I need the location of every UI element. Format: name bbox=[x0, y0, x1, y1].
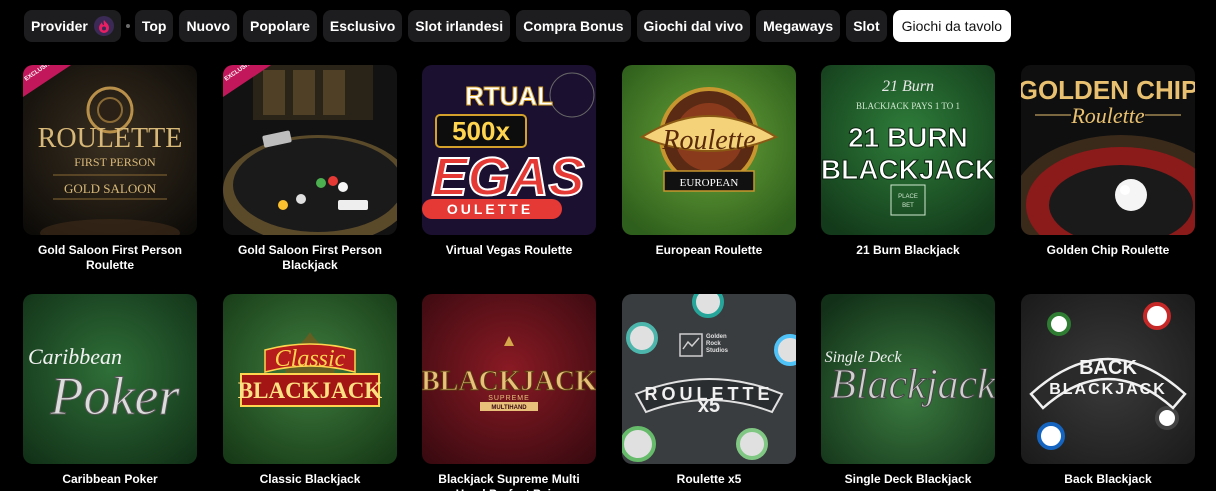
tab-popolare[interactable]: Popolare bbox=[243, 10, 317, 42]
game-card[interactable]: EXCLUSIVE ROULETTE FIRST PERSON GOLD SAL… bbox=[23, 65, 197, 273]
game-title: Blackjack Supreme Multi Hand Perfect Pai… bbox=[438, 472, 580, 491]
art-title: EGAS bbox=[431, 147, 584, 207]
art-subtitle: GOLD SALOON bbox=[64, 181, 157, 196]
game-title: Single Deck Blackjack bbox=[844, 472, 972, 486]
tab-slot-irlandesi[interactable]: Slot irlandesi bbox=[408, 10, 511, 42]
game-thumbnail: Caribbean Poker bbox=[23, 294, 197, 464]
game-card[interactable]: EXCLUSIVE Gold Saloon First Person Black… bbox=[223, 65, 397, 273]
game-thumbnail: Single Deck Blackjack bbox=[821, 294, 995, 464]
game-thumbnail: Roulette EUROPEAN bbox=[622, 65, 796, 235]
art-subtitle: BET bbox=[902, 203, 914, 209]
game-thumbnail: BACK BLACKJACK bbox=[1021, 294, 1195, 464]
game-card[interactable]: BLACKJACK SUPREME MULTIHAND Blackjack Su… bbox=[422, 294, 596, 491]
game-title: 21 Burn Blackjack bbox=[856, 243, 960, 257]
art-subtitle: Rock bbox=[706, 341, 721, 347]
art-subtitle: MULTIHAND bbox=[491, 405, 527, 411]
art-title: 21 BURN bbox=[848, 122, 968, 153]
game-thumbnail: GOLDEN CHIP Roulette bbox=[1021, 65, 1195, 235]
game-card[interactable]: Roulette EUROPEAN European Roulette bbox=[622, 65, 796, 258]
game-title: Gold Saloon First Person Roulette bbox=[37, 243, 183, 272]
art-title: RTUAL bbox=[465, 81, 553, 111]
tab-esclusivo[interactable]: Esclusivo bbox=[322, 10, 403, 42]
game-thumbnail: Classic BLACKJACK bbox=[223, 294, 397, 464]
tab-slot[interactable]: Slot bbox=[846, 10, 887, 42]
game-thumbnail: Golden Rock Studios ROULETTE x5 bbox=[622, 294, 796, 464]
game-title: Back Blackjack bbox=[1064, 472, 1152, 486]
art-title: Blackjack bbox=[830, 362, 995, 408]
game-title: Caribbean Poker bbox=[62, 472, 158, 486]
game-card[interactable]: Classic BLACKJACK Classic Blackjack bbox=[223, 294, 397, 487]
tab-megaways[interactable]: Megaways bbox=[756, 10, 841, 42]
game-card[interactable]: RTUAL 500x EGAS OULETTE Virtual Vegas Ro… bbox=[422, 65, 596, 258]
game-title: Roulette x5 bbox=[676, 472, 742, 486]
tab-top[interactable]: Top bbox=[134, 10, 174, 42]
art-subtitle: BLACKJACK PAYS 1 TO 1 bbox=[856, 101, 960, 111]
art-title: BLACKJACK bbox=[238, 378, 383, 403]
category-filter-bar: Provider Top Nuovo Popolare Esclusivo Sl… bbox=[24, 10, 1012, 42]
art-subtitle: Roulette bbox=[1070, 103, 1145, 128]
game-thumbnail: EXCLUSIVE ROULETTE FIRST PERSON GOLD SAL… bbox=[23, 65, 197, 235]
game-title: Classic Blackjack bbox=[259, 472, 361, 486]
art-title: BACK bbox=[1079, 357, 1137, 379]
tab-giochi-da-tavolo[interactable]: Giochi da tavolo bbox=[892, 10, 1012, 42]
game-title: Golden Chip Roulette bbox=[1046, 243, 1170, 257]
art-subtitle: Studios bbox=[706, 348, 729, 354]
art-title: 21 Burn bbox=[882, 78, 934, 95]
art-title: BLACKJACK bbox=[1049, 381, 1167, 398]
art-subtitle: 500x bbox=[452, 116, 510, 146]
game-card[interactable]: BACK BLACKJACK Back Blackjack bbox=[1021, 294, 1195, 487]
art-subtitle: Golden bbox=[706, 334, 727, 340]
tab-nuovo[interactable]: Nuovo bbox=[179, 10, 237, 42]
tab-compra-bonus[interactable]: Compra Bonus bbox=[516, 10, 631, 42]
game-thumbnail: BLACKJACK SUPREME MULTIHAND bbox=[422, 294, 596, 464]
provider-flame-icon bbox=[93, 16, 114, 36]
art-subtitle: EUROPEAN bbox=[680, 177, 739, 189]
art-subtitle: OULETTE bbox=[447, 201, 533, 217]
art-subtitle: PLACE bbox=[898, 194, 918, 200]
game-title: Virtual Vegas Roulette bbox=[445, 243, 573, 257]
game-card[interactable]: Golden Rock Studios ROULETTE x5 Roulette… bbox=[622, 294, 796, 487]
art-title: BLACKJACK bbox=[422, 366, 596, 397]
separator-dot bbox=[125, 24, 130, 28]
art-title: Classic bbox=[275, 346, 346, 372]
art-title: BLACKJACK bbox=[821, 154, 995, 185]
game-title: European Roulette bbox=[655, 243, 763, 257]
art-subtitle: FIRST PERSON bbox=[74, 155, 156, 169]
game-title: Gold Saloon First Person Blackjack bbox=[237, 243, 383, 272]
provider-label: Provider bbox=[31, 18, 88, 34]
game-thumbnail: RTUAL 500x EGAS OULETTE bbox=[422, 65, 596, 235]
game-card[interactable]: Caribbean Poker Caribbean Poker bbox=[23, 294, 197, 487]
game-card[interactable]: Single Deck Blackjack Single Deck Blackj… bbox=[821, 294, 995, 487]
provider-filter-button[interactable]: Provider bbox=[24, 10, 121, 42]
art-title: x5 bbox=[698, 395, 720, 417]
art-title: Poker bbox=[50, 366, 181, 426]
art-title: GOLDEN CHIP bbox=[1021, 75, 1195, 105]
game-thumbnail: EXCLUSIVE bbox=[223, 65, 397, 235]
tab-giochi-dal-vivo[interactable]: Giochi dal vivo bbox=[636, 10, 751, 42]
art-subtitle: SUPREME bbox=[488, 395, 530, 402]
game-card[interactable]: 21 Burn BLACKJACK PAYS 1 TO 1 21 BURN BL… bbox=[821, 65, 995, 258]
art-title: ROULETTE bbox=[38, 123, 183, 154]
game-card[interactable]: GOLDEN CHIP Roulette Golden Chip Roulett… bbox=[1021, 65, 1195, 258]
art-title: Roulette bbox=[661, 125, 755, 156]
game-thumbnail: 21 Burn BLACKJACK PAYS 1 TO 1 21 BURN BL… bbox=[821, 65, 995, 235]
